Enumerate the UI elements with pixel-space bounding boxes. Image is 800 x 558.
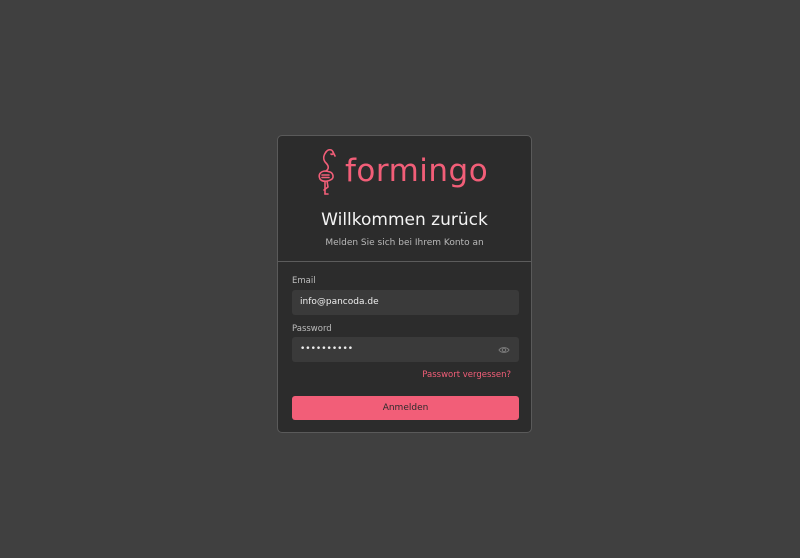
login-button[interactable]: Anmelden [292,396,519,420]
email-label: Email [292,276,316,286]
brand-name: formingo [345,152,489,189]
flamingo-icon [318,148,336,195]
page-title: Willkommen zurück [321,210,488,230]
eye-icon[interactable] [498,344,510,356]
password-field[interactable]: •••••••••• [292,337,519,362]
password-label: Password [292,324,332,334]
forgot-password-link[interactable]: Passwort vergessen? [422,370,511,380]
brand-logo: formingo [314,145,488,197]
email-field[interactable]: info@pancoda.de [292,290,519,315]
login-header: formingo Willkommen zurück Melden Sie si… [278,136,531,262]
page-subtitle: Melden Sie sich bei Ihrem Konto an [325,238,484,248]
password-value: •••••••••• [300,344,354,354]
login-card: formingo Willkommen zurück Melden Sie si… [277,135,532,433]
